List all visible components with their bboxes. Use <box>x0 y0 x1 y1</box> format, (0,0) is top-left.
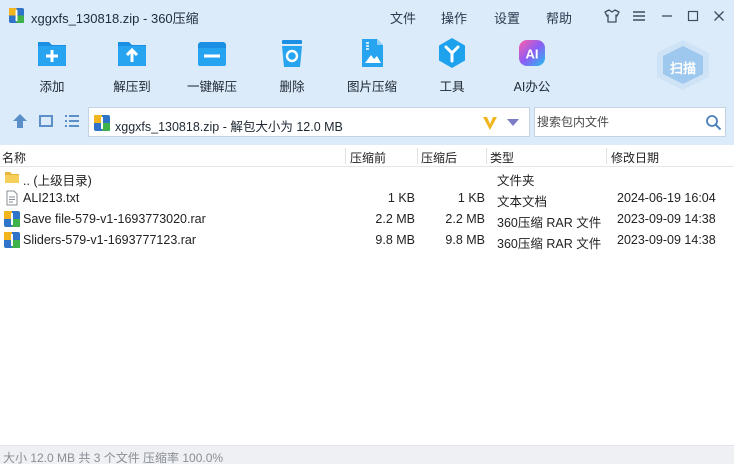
row-after-size: 9.8 MB <box>445 233 485 247</box>
search-box <box>534 107 726 137</box>
row-before-size: 1 KB <box>387 191 415 205</box>
delete-label: 删除 <box>279 80 305 94</box>
row-before-size: 2.2 MB <box>375 212 415 226</box>
zip-archive-icon <box>94 115 110 131</box>
row-after-size: 1 KB <box>457 191 485 205</box>
column-divider[interactable] <box>345 148 346 164</box>
column-divider[interactable] <box>486 148 487 164</box>
add-label: 添加 <box>39 80 65 94</box>
row-modified: 2023-09-09 14:38 <box>617 233 716 247</box>
menu-help[interactable]: 帮助 <box>546 8 572 27</box>
rar-file-icon <box>4 211 20 227</box>
folder-icon <box>5 172 19 183</box>
file-list-header: 名称 压缩前 压缩后 类型 修改日期 <box>0 145 734 167</box>
navigation-bar: xggxfs_130818.zip - 解包大小为 12.0 MB <box>0 104 734 138</box>
row-name: .. (上级目录) <box>23 174 92 188</box>
thumbnail-view-icon[interactable] <box>37 112 55 130</box>
row-modified: 2024-06-19 16:04 <box>617 191 716 205</box>
ai-office-button[interactable]: AI AI办公 <box>495 36 569 95</box>
row-name: ALI213.txt <box>23 191 80 205</box>
close-icon[interactable] <box>710 7 728 25</box>
menu-file[interactable]: 文件 <box>390 8 416 27</box>
column-type[interactable]: 类型 <box>490 149 514 166</box>
extract-to-label: 解压到 <box>113 80 151 94</box>
status-text: 大小 12.0 MB 共 3 个文件 压缩率 100.0% <box>3 451 224 464</box>
column-modified[interactable]: 修改日期 <box>611 149 659 166</box>
one-click-extract-icon <box>198 42 226 66</box>
table-row[interactable]: Sliders-579-v1-1693777123.rar 9.8 MB 9.8… <box>0 230 734 251</box>
scan-label: 扫描 <box>669 61 696 76</box>
row-name: Save file-579-v1-1693773020.rar <box>23 212 206 226</box>
one-click-extract-button[interactable]: 一键解压 <box>175 36 249 95</box>
minimize-icon[interactable] <box>658 7 676 25</box>
row-type: 文件夹 <box>497 174 535 188</box>
list-view-icon[interactable] <box>63 112 81 130</box>
table-row[interactable]: ALI213.txt 1 KB 1 KB 文本文档 2024-06-19 16:… <box>0 188 734 209</box>
validity-v-icon[interactable] <box>481 114 499 132</box>
ai-office-label: AI办公 <box>513 80 551 94</box>
one-click-extract-label: 一键解压 <box>186 80 237 94</box>
rar-file-icon <box>4 232 20 248</box>
search-input[interactable] <box>537 112 697 132</box>
delete-icon <box>282 40 302 67</box>
row-type: 360压缩 RAR 文件 <box>497 216 602 230</box>
toolbar: 添加 解压到 一键解压 删除 图片压缩 工具 AI AI办公 <box>0 36 734 98</box>
add-button[interactable]: 添加 <box>15 36 89 95</box>
column-name[interactable]: 名称 <box>2 149 26 166</box>
tools-button[interactable]: 工具 <box>415 36 489 95</box>
table-row-parent[interactable]: .. (上级目录) 文件夹 <box>0 167 734 188</box>
svg-text:AI: AI <box>526 47 539 62</box>
row-after-size: 2.2 MB <box>445 212 485 226</box>
menu-operation[interactable]: 操作 <box>441 8 467 27</box>
chevron-down-icon[interactable] <box>507 119 519 126</box>
zip-app-icon <box>9 8 24 23</box>
image-compress-icon <box>362 39 383 67</box>
window-title: xggxfs_130818.zip - 360压缩 <box>31 11 199 26</box>
menu-lines-icon[interactable] <box>630 7 648 25</box>
image-compress-button[interactable]: 图片压缩 <box>335 36 409 95</box>
scan-button[interactable]: 扫描 <box>651 38 715 92</box>
row-type: 360压缩 RAR 文件 <box>497 237 602 251</box>
column-divider[interactable] <box>417 148 418 164</box>
image-compress-label: 图片压缩 <box>346 80 397 94</box>
column-after-size[interactable]: 压缩后 <box>421 149 457 166</box>
row-type: 文本文档 <box>497 195 548 209</box>
row-modified: 2023-09-09 14:38 <box>617 212 716 226</box>
address-bar[interactable]: xggxfs_130818.zip - 解包大小为 12.0 MB <box>88 107 530 137</box>
extract-to-button[interactable]: 解压到 <box>95 36 169 95</box>
ai-office-icon: AI <box>519 40 545 66</box>
up-arrow-icon[interactable] <box>11 112 29 130</box>
add-icon <box>38 42 66 66</box>
row-name: Sliders-579-v1-1693777123.rar <box>23 233 197 247</box>
tools-icon <box>439 38 465 68</box>
extract-to-icon <box>118 42 146 66</box>
maximize-icon[interactable] <box>684 7 702 25</box>
title-bar: xggxfs_130818.zip - 360压缩 文件 操作 设置 帮助 <box>0 0 734 30</box>
column-divider[interactable] <box>606 148 607 164</box>
status-bar: 大小 12.0 MB 共 3 个文件 压缩率 100.0% <box>0 445 734 464</box>
menu-settings[interactable]: 设置 <box>494 8 520 27</box>
column-before-size[interactable]: 压缩前 <box>350 149 386 166</box>
tools-label: 工具 <box>439 80 465 94</box>
delete-button[interactable]: 删除 <box>255 36 329 95</box>
address-text: xggxfs_130818.zip - 解包大小为 12.0 MB <box>115 120 343 134</box>
search-icon[interactable] <box>705 114 722 131</box>
table-row[interactable]: Save file-579-v1-1693773020.rar 2.2 MB 2… <box>0 209 734 230</box>
skin-icon[interactable] <box>603 7 621 25</box>
text-file-icon <box>6 190 18 206</box>
row-before-size: 9.8 MB <box>375 233 415 247</box>
top-chrome: xggxfs_130818.zip - 360压缩 文件 操作 设置 帮助 添加… <box>0 0 734 145</box>
